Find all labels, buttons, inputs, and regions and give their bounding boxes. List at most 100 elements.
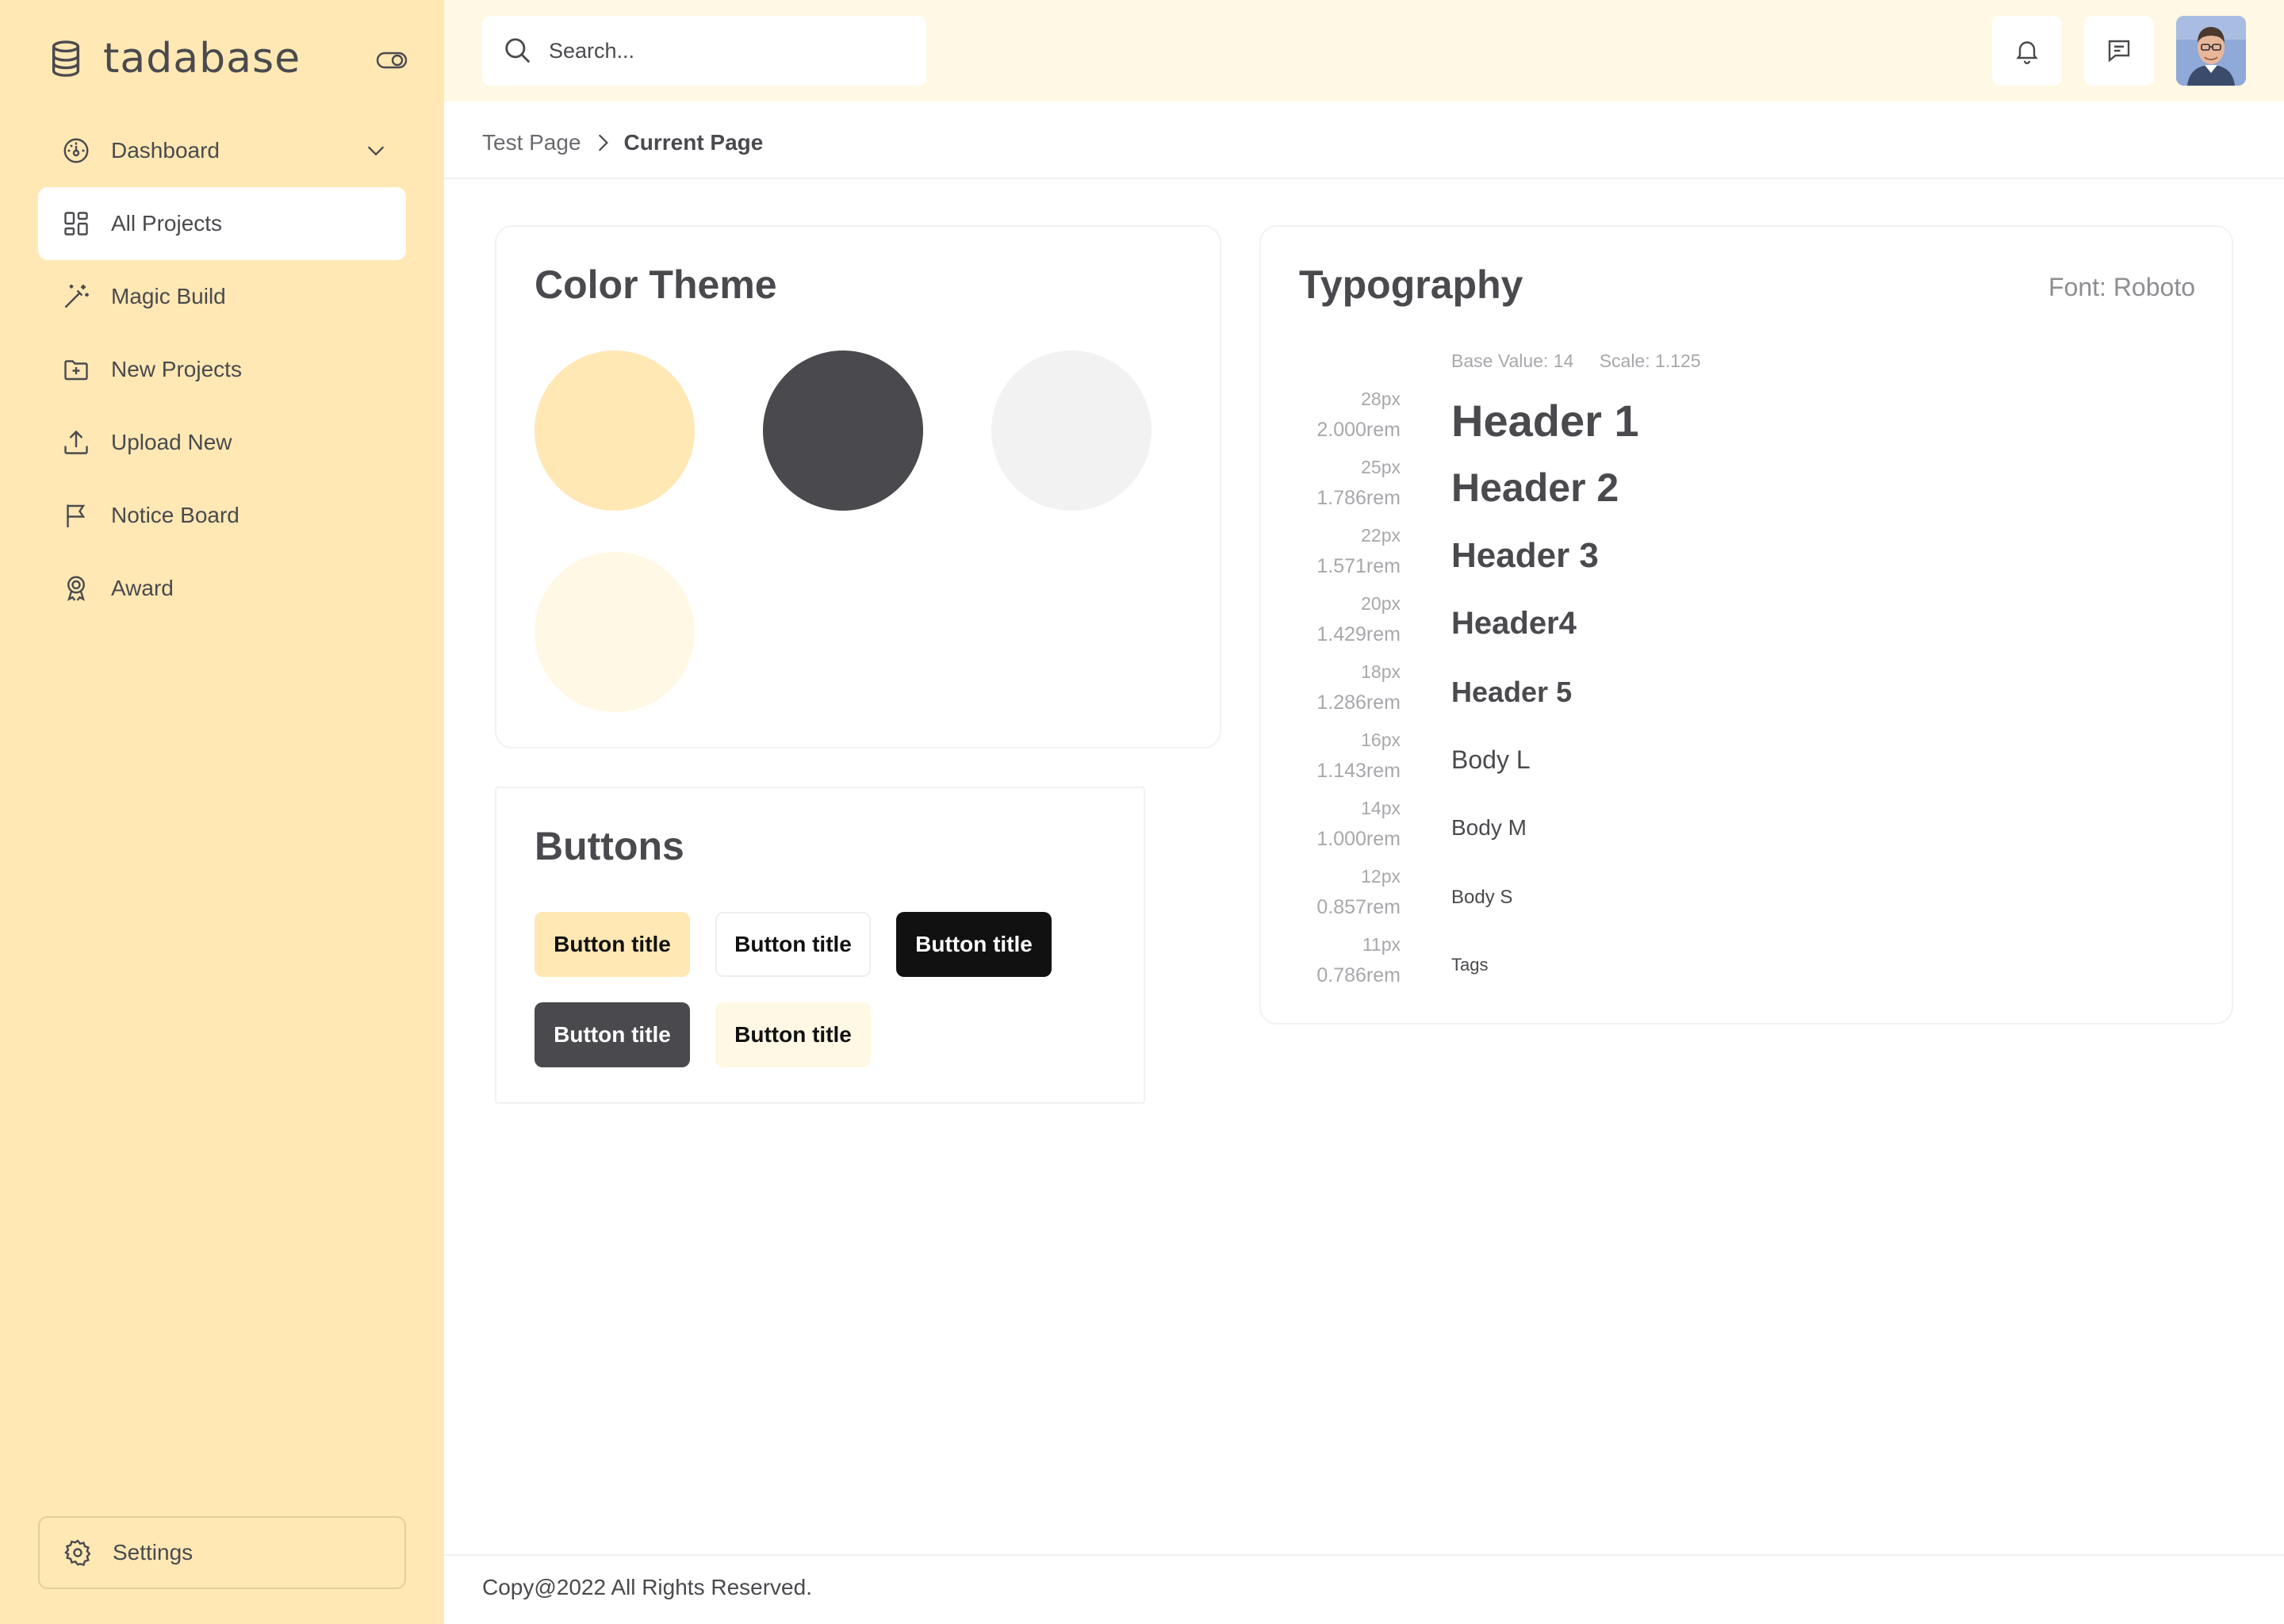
font-label: Font: Roboto [2048, 273, 2195, 301]
award-icon [67, 576, 85, 601]
dashboard-gauge-icon [63, 138, 89, 163]
sidebar-item-magic-build[interactable]: Magic Build [38, 260, 406, 333]
base-value: Base Value: 14 [1451, 350, 1574, 371]
color-swatch-1[interactable] [535, 350, 695, 511]
type-sample: Header 2 [1451, 465, 1619, 510]
type-size-px: 20px [1361, 593, 1401, 614]
type-size-px: 22px [1361, 525, 1401, 546]
demo-button-light[interactable]: Button title [715, 1002, 871, 1067]
buttons-title: Buttons [535, 824, 684, 868]
type-size-rem: 2.000rem [1316, 419, 1401, 441]
user-avatar-icon [2176, 16, 2246, 86]
color-theme-title: Color Theme [535, 262, 777, 307]
color-swatch-3[interactable] [991, 350, 1152, 511]
type-row-header-5: 18px 1.286rem Header 5 [1261, 661, 2235, 730]
type-row-header-4: 20px 1.429rem Header4 [1261, 593, 2235, 661]
sidebar-item-dashboard[interactable]: Dashboard [38, 114, 406, 187]
type-row-body-l: 16px 1.143rem Body L [1261, 730, 2235, 798]
header-divider [444, 178, 2284, 179]
sidebar-toggle-icon[interactable] [376, 51, 408, 70]
chevron-down-icon[interactable] [365, 140, 387, 162]
type-sample: Header 1 [1451, 396, 1639, 446]
settings-label: Settings [113, 1540, 194, 1565]
type-row-header-3: 22px 1.571rem Header 3 [1261, 525, 2235, 593]
color-swatch-4[interactable] [535, 552, 695, 712]
footer-divider [444, 1554, 2284, 1556]
upload-icon [64, 430, 88, 454]
sidebar-item-notice-board[interactable]: Notice Board [38, 479, 406, 552]
settings-button[interactable]: Settings [38, 1516, 406, 1589]
sidebar-item-upload-new[interactable]: Upload New [38, 406, 406, 479]
buttons-card: Buttons Button title Button title Button… [495, 787, 1145, 1104]
type-size-rem: 1.000rem [1316, 828, 1401, 850]
demo-button-dark[interactable]: Button title [896, 912, 1052, 977]
type-size-rem: 0.857rem [1316, 896, 1401, 918]
folder-plus-icon [64, 360, 88, 381]
sidebar: tadabase Dashboard All Projects Magic Bu… [0, 0, 444, 1624]
sidebar-item-label: Notice Board [111, 503, 240, 527]
sidebar-item-label: New Projects [111, 357, 242, 381]
type-size-rem: 0.786rem [1316, 964, 1401, 986]
demo-button-outline[interactable]: Button title [715, 912, 871, 977]
brand[interactable]: tadabase [48, 35, 301, 82]
type-size-px: 25px [1361, 457, 1401, 477]
chat-icon [2108, 40, 2130, 63]
footer-copyright: Copy@2022 All Rights Reserved. [482, 1575, 812, 1599]
demo-button-gray[interactable]: Button title [535, 1002, 690, 1067]
sidebar-item-label: Dashboard [111, 138, 220, 163]
sidebar-item-label: Upload New [111, 430, 232, 454]
grid-icon [64, 212, 88, 236]
type-size-px: 14px [1361, 798, 1401, 818]
type-size-rem: 1.786rem [1316, 487, 1401, 509]
search-icon [505, 38, 531, 63]
breadcrumb-parent[interactable]: Test Page [482, 130, 581, 155]
sidebar-item-label: All Projects [111, 211, 223, 236]
avatar[interactable] [2176, 16, 2246, 86]
search-input[interactable] [549, 38, 914, 63]
typography-card: Typography Font: Roboto Base Value: 14 S… [1259, 225, 2233, 1025]
type-sample: Body L [1451, 745, 1531, 774]
notifications-button[interactable] [1992, 16, 2062, 86]
database-icon [52, 40, 80, 77]
gear-icon [64, 1539, 91, 1566]
demo-button-primary[interactable]: Button title [535, 912, 690, 977]
breadcrumb-current: Current Page [623, 130, 764, 155]
type-size-rem: 1.286rem [1316, 691, 1401, 714]
search-box[interactable] [482, 16, 926, 86]
sidebar-nav: Dashboard All Projects Magic Build New P… [38, 114, 406, 625]
magic-wand-icon [64, 285, 89, 308]
typography-title: Typography [1299, 262, 1523, 307]
messages-button[interactable] [2084, 16, 2154, 86]
color-swatch-2[interactable] [763, 350, 923, 511]
type-size-rem: 1.571rem [1316, 555, 1401, 577]
type-sample: Header4 [1451, 606, 1577, 641]
type-sample: Header 5 [1451, 676, 1573, 708]
type-row-body-s: 12px 0.857rem Body S [1261, 866, 2235, 934]
sidebar-item-new-projects[interactable]: New Projects [38, 333, 406, 406]
type-row-tags: 11px 0.786rem Tags [1261, 934, 2235, 1002]
scale-info: Base Value: 14 Scale: 1.125 [1451, 350, 1722, 372]
type-sample: Header 3 [1451, 536, 1599, 575]
sidebar-item-label: Magic Build [111, 284, 226, 308]
type-sample: Tags [1451, 955, 1489, 975]
type-size-px: 16px [1361, 730, 1401, 750]
topbar [444, 0, 2284, 102]
scale-value: Scale: 1.125 [1599, 350, 1701, 371]
type-row-header-1: 28px 2.000rem Header 1 [1261, 389, 2235, 457]
bell-icon [2016, 41, 2038, 64]
type-row-body-m: 14px 1.000rem Body M [1261, 798, 2235, 866]
type-size-rem: 1.429rem [1316, 623, 1401, 645]
type-size-rem: 1.143rem [1316, 760, 1401, 782]
color-theme-card: Color Theme [495, 225, 1221, 749]
chevron-right-icon [598, 134, 608, 151]
brand-name: tadabase [103, 35, 301, 82]
type-row-header-2: 25px 1.786rem Header 2 [1261, 457, 2235, 525]
flag-icon [67, 504, 86, 527]
sidebar-item-label: Award [111, 576, 174, 600]
type-size-px: 11px [1362, 934, 1401, 955]
type-size-px: 18px [1361, 661, 1401, 682]
type-sample: Body M [1451, 815, 1527, 840]
sidebar-item-all-projects[interactable]: All Projects [38, 187, 406, 260]
type-size-px: 28px [1361, 389, 1401, 409]
sidebar-item-award[interactable]: Award [38, 552, 406, 625]
